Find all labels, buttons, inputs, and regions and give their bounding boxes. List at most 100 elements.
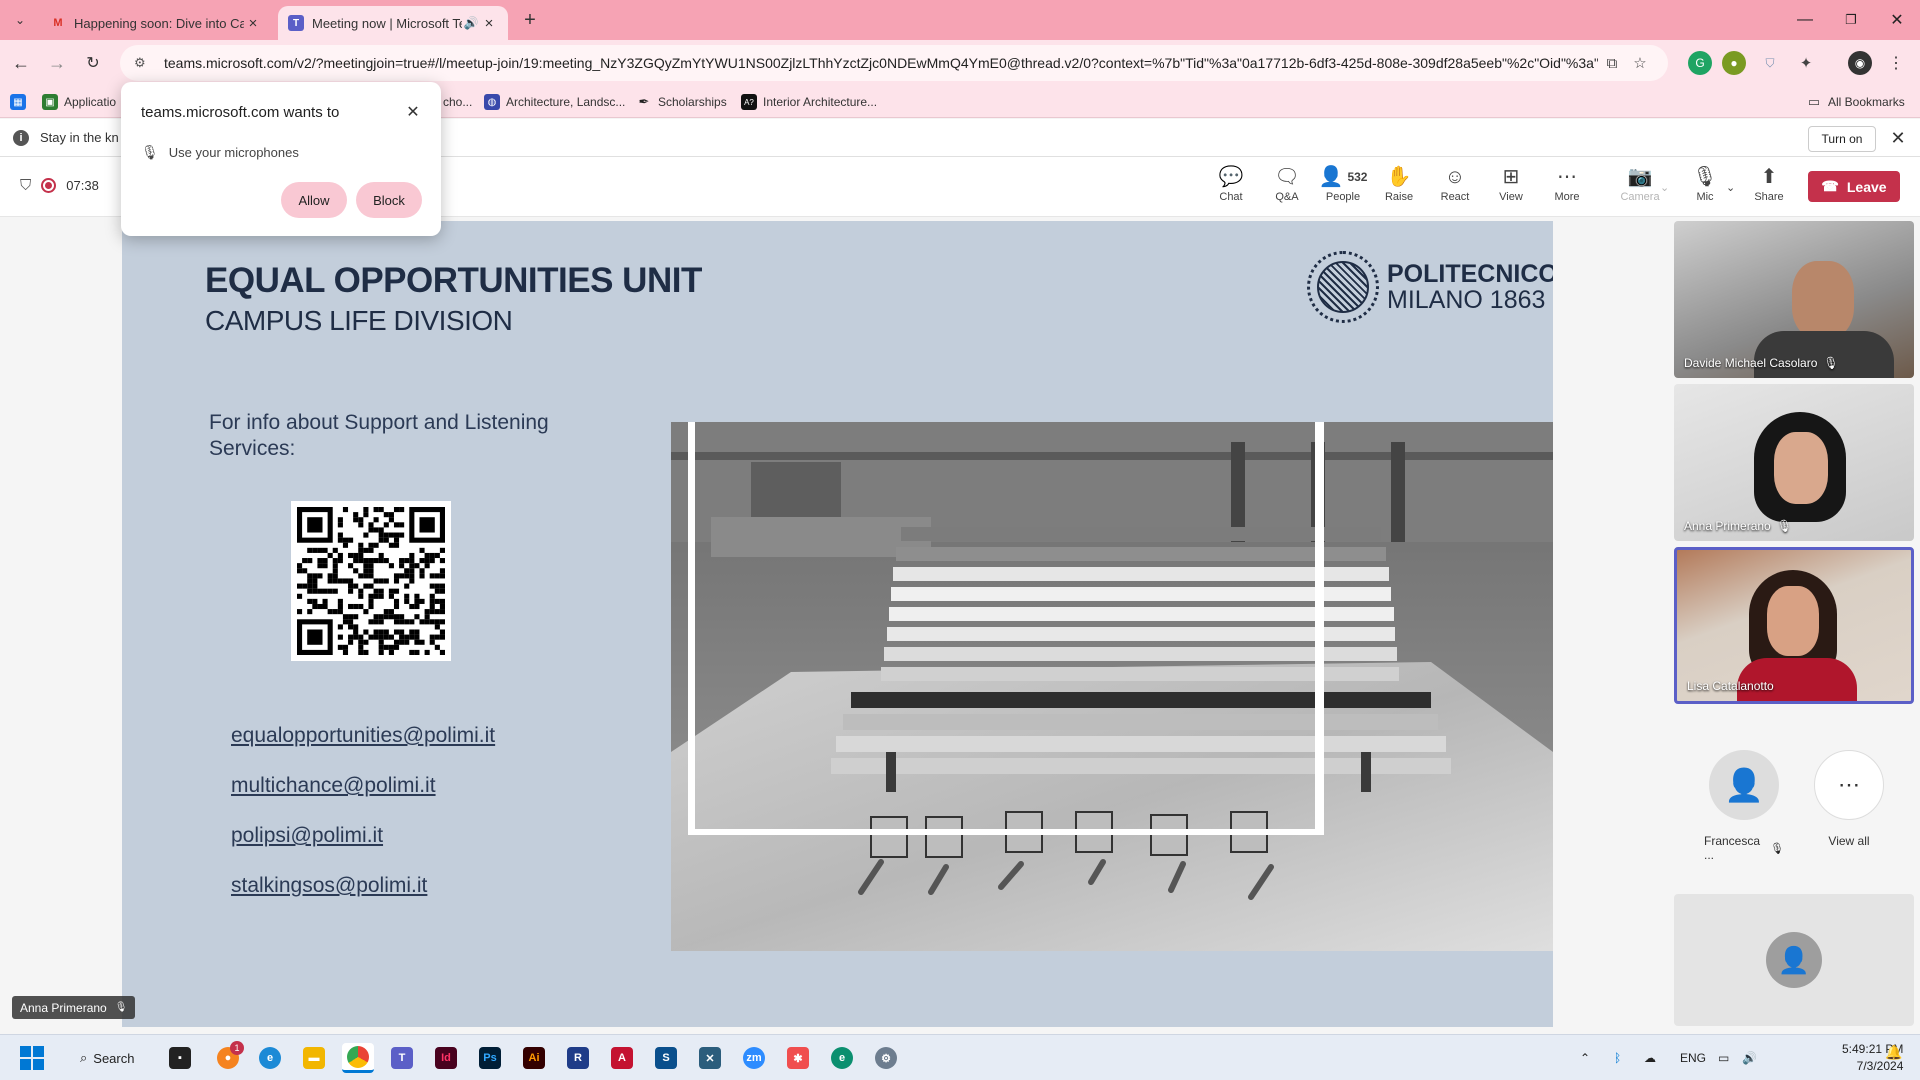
bookmark-scholarships[interactable]: ✒ Scholarships (636, 91, 727, 113)
qa-button[interactable]: 🗨 Q&A (1259, 165, 1315, 211)
bluetooth-icon[interactable]: ᛒ (1614, 1035, 1621, 1080)
chat-button[interactable]: 💬 Chat (1203, 165, 1259, 211)
block-button[interactable]: Block (356, 182, 422, 218)
leave-button[interactable]: ☎ Leave (1808, 171, 1900, 202)
all-bookmarks[interactable]: ▭ All Bookmarks (1806, 91, 1905, 113)
network-icon[interactable]: ▭ (1718, 1035, 1729, 1080)
reload-button[interactable]: ↻ (80, 50, 106, 76)
person-avatar-icon: 👤 (1709, 750, 1779, 820)
close-window-button[interactable]: ✕ (1874, 6, 1920, 34)
allow-button[interactable]: Allow (281, 182, 347, 218)
revit-icon[interactable]: R (562, 1043, 594, 1073)
apps-icon[interactable]: ▦ (10, 91, 26, 113)
people-button[interactable]: 👤 532 People (1315, 165, 1371, 211)
address-bar[interactable]: ⚙ teams.microsoft.com/v2/?meetingjoin=tr… (120, 45, 1668, 81)
chrome-menu-icon[interactable]: ⋮ (1884, 51, 1908, 75)
cloud-icon[interactable]: ☁ (1644, 1035, 1656, 1080)
tab-search-chevron-icon[interactable]: ⌄ (8, 9, 32, 31)
info-message: Stay in the kn (40, 130, 119, 145)
extension-icon[interactable]: ● (1722, 51, 1746, 75)
polimi-seal-icon (1307, 251, 1379, 323)
bookmark-applications[interactable]: ▣ Applicatio (42, 91, 116, 113)
indesign-icon[interactable]: Id (430, 1043, 462, 1073)
minimize-button[interactable]: — (1782, 6, 1828, 34)
close-icon[interactable]: ✕ (1886, 126, 1910, 150)
participant-name: Lisa Catalanotto (1687, 679, 1774, 693)
forward-button[interactable]: → (44, 50, 70, 76)
shield-extension-icon[interactable]: ⛉ (1758, 51, 1782, 75)
bench-photo (671, 422, 1553, 951)
site-info-icon[interactable]: ⚙ (134, 55, 154, 71)
mic-options-chevron-icon[interactable]: ⌄ (1726, 181, 1735, 194)
bookmark-star-icon[interactable]: ☆ (1626, 54, 1654, 72)
tab-teams-meeting[interactable]: T Meeting now | Microsoft Te 🔊 × (278, 6, 508, 40)
back-button[interactable]: ← (8, 50, 34, 76)
timer-text: 07:38 (66, 178, 99, 193)
mic-muted-icon: 🎙 (1770, 842, 1784, 855)
close-tab-icon[interactable]: × (244, 14, 262, 32)
autocad-icon[interactable]: A (606, 1043, 638, 1073)
more-button[interactable]: ⋯ More (1539, 165, 1595, 211)
view-all-button[interactable]: ⋯ View all (1814, 750, 1884, 848)
url-text[interactable]: teams.microsoft.com/v2/?meetingjoin=true… (164, 55, 1598, 71)
email-link[interactable]: polipsi@polimi.it (231, 824, 383, 848)
show-hidden-icons-chevron-icon[interactable]: ⌃ (1580, 1035, 1590, 1080)
turn-on-button[interactable]: Turn on (1808, 126, 1876, 152)
share-icon: ⬆ (1760, 166, 1778, 188)
raise-hand-button[interactable]: ✋ Raise (1371, 165, 1427, 211)
email-link[interactable]: equalopportunities@polimi.it (231, 724, 495, 748)
teams-taskbar-icon[interactable]: T (386, 1043, 418, 1073)
bookmark-interior-architecture[interactable]: A? Interior Architecture... (741, 91, 877, 113)
install-app-icon[interactable]: ⧉ (1598, 55, 1626, 72)
app-icon-badged[interactable]: ● 1 (212, 1041, 244, 1073)
participant-francesca[interactable]: 👤 Francesca ... 🎙 (1704, 750, 1784, 862)
applications-icon: ▣ (42, 94, 58, 110)
task-view-icon[interactable]: ▪ (164, 1043, 196, 1073)
language-indicator[interactable]: ENG (1680, 1035, 1706, 1080)
new-tab-button[interactable]: + (518, 8, 542, 32)
polimi-logo: POLITECNICO MILANO 1863 (1307, 251, 1553, 323)
presenter-name-badge: Anna Primerano 🎙 (12, 996, 136, 1019)
file-explorer-icon[interactable]: ▬ (298, 1043, 330, 1073)
zoom-icon[interactable]: zm (738, 1043, 770, 1073)
app-icon[interactable]: e (826, 1043, 858, 1073)
taskbar-search[interactable]: ⌕ Search (70, 1044, 160, 1072)
speaker-icon[interactable]: 🔊 (462, 14, 480, 32)
participant-video-tile[interactable]: Davide Michael Casolaro 🎙 (1674, 221, 1914, 378)
bookmark-architecture[interactable]: ◍ Architecture, Landsc... (484, 91, 625, 113)
app-icon[interactable]: ✱ (782, 1043, 814, 1073)
self-video-tile: 👤 (1674, 894, 1914, 1026)
view-button[interactable]: ⊞ View (1483, 165, 1539, 211)
app-icon[interactable]: S (650, 1043, 682, 1073)
notifications-bell-icon[interactable]: 🔔 (1885, 1044, 1902, 1061)
chrome-icon[interactable] (342, 1043, 374, 1073)
settings-icon[interactable]: ⚙ (870, 1043, 902, 1073)
participant-video-tile-active[interactable]: Lisa Catalanotto (1674, 547, 1914, 704)
volume-icon[interactable]: 🔊 (1742, 1035, 1757, 1080)
restore-button[interactable]: ❐ (1828, 6, 1874, 34)
email-link[interactable]: multichance@polimi.it (231, 774, 436, 798)
close-tab-icon[interactable]: × (480, 14, 498, 32)
edge-icon[interactable]: e (254, 1043, 286, 1073)
search-icon: ⌕ (80, 1050, 88, 1065)
app-icon[interactable]: ✕ (694, 1043, 726, 1073)
profile-avatar[interactable]: ◉ (1848, 51, 1872, 75)
start-button[interactable] (16, 1043, 48, 1073)
browser-toolbar: ← → ↻ ⚙ teams.microsoft.com/v2/?meetingj… (0, 40, 1920, 86)
share-button[interactable]: ⬆ Share (1741, 165, 1797, 211)
mic-button[interactable]: 🎙 Mic (1677, 165, 1733, 211)
gmail-icon: M (53, 17, 63, 29)
email-link[interactable]: stalkingsos@polimi.it (231, 874, 427, 898)
tab-gmail[interactable]: M Happening soon: Dive into Cam × (40, 6, 272, 40)
participant-name: Anna Primerano 🎙 (1684, 519, 1792, 533)
react-button[interactable]: ☺ React (1427, 165, 1483, 211)
bookmark-cho[interactable]: cho... (443, 91, 472, 113)
photoshop-icon[interactable]: Ps (474, 1043, 506, 1073)
participant-video-tile[interactable]: Anna Primerano 🎙 (1674, 384, 1914, 541)
close-icon[interactable]: ✕ (401, 100, 425, 124)
grammarly-extension-icon[interactable]: G (1688, 51, 1712, 75)
illustrator-icon[interactable]: Ai (518, 1043, 550, 1073)
extensions-puzzle-icon[interactable]: ✦ (1794, 51, 1818, 75)
camera-options-chevron-icon[interactable]: ⌄ (1660, 181, 1669, 194)
windows-taskbar: ⌕ Search ▪ ● 1 e ▬ T Id Ps Ai R A S ✕ zm … (0, 1034, 1920, 1080)
